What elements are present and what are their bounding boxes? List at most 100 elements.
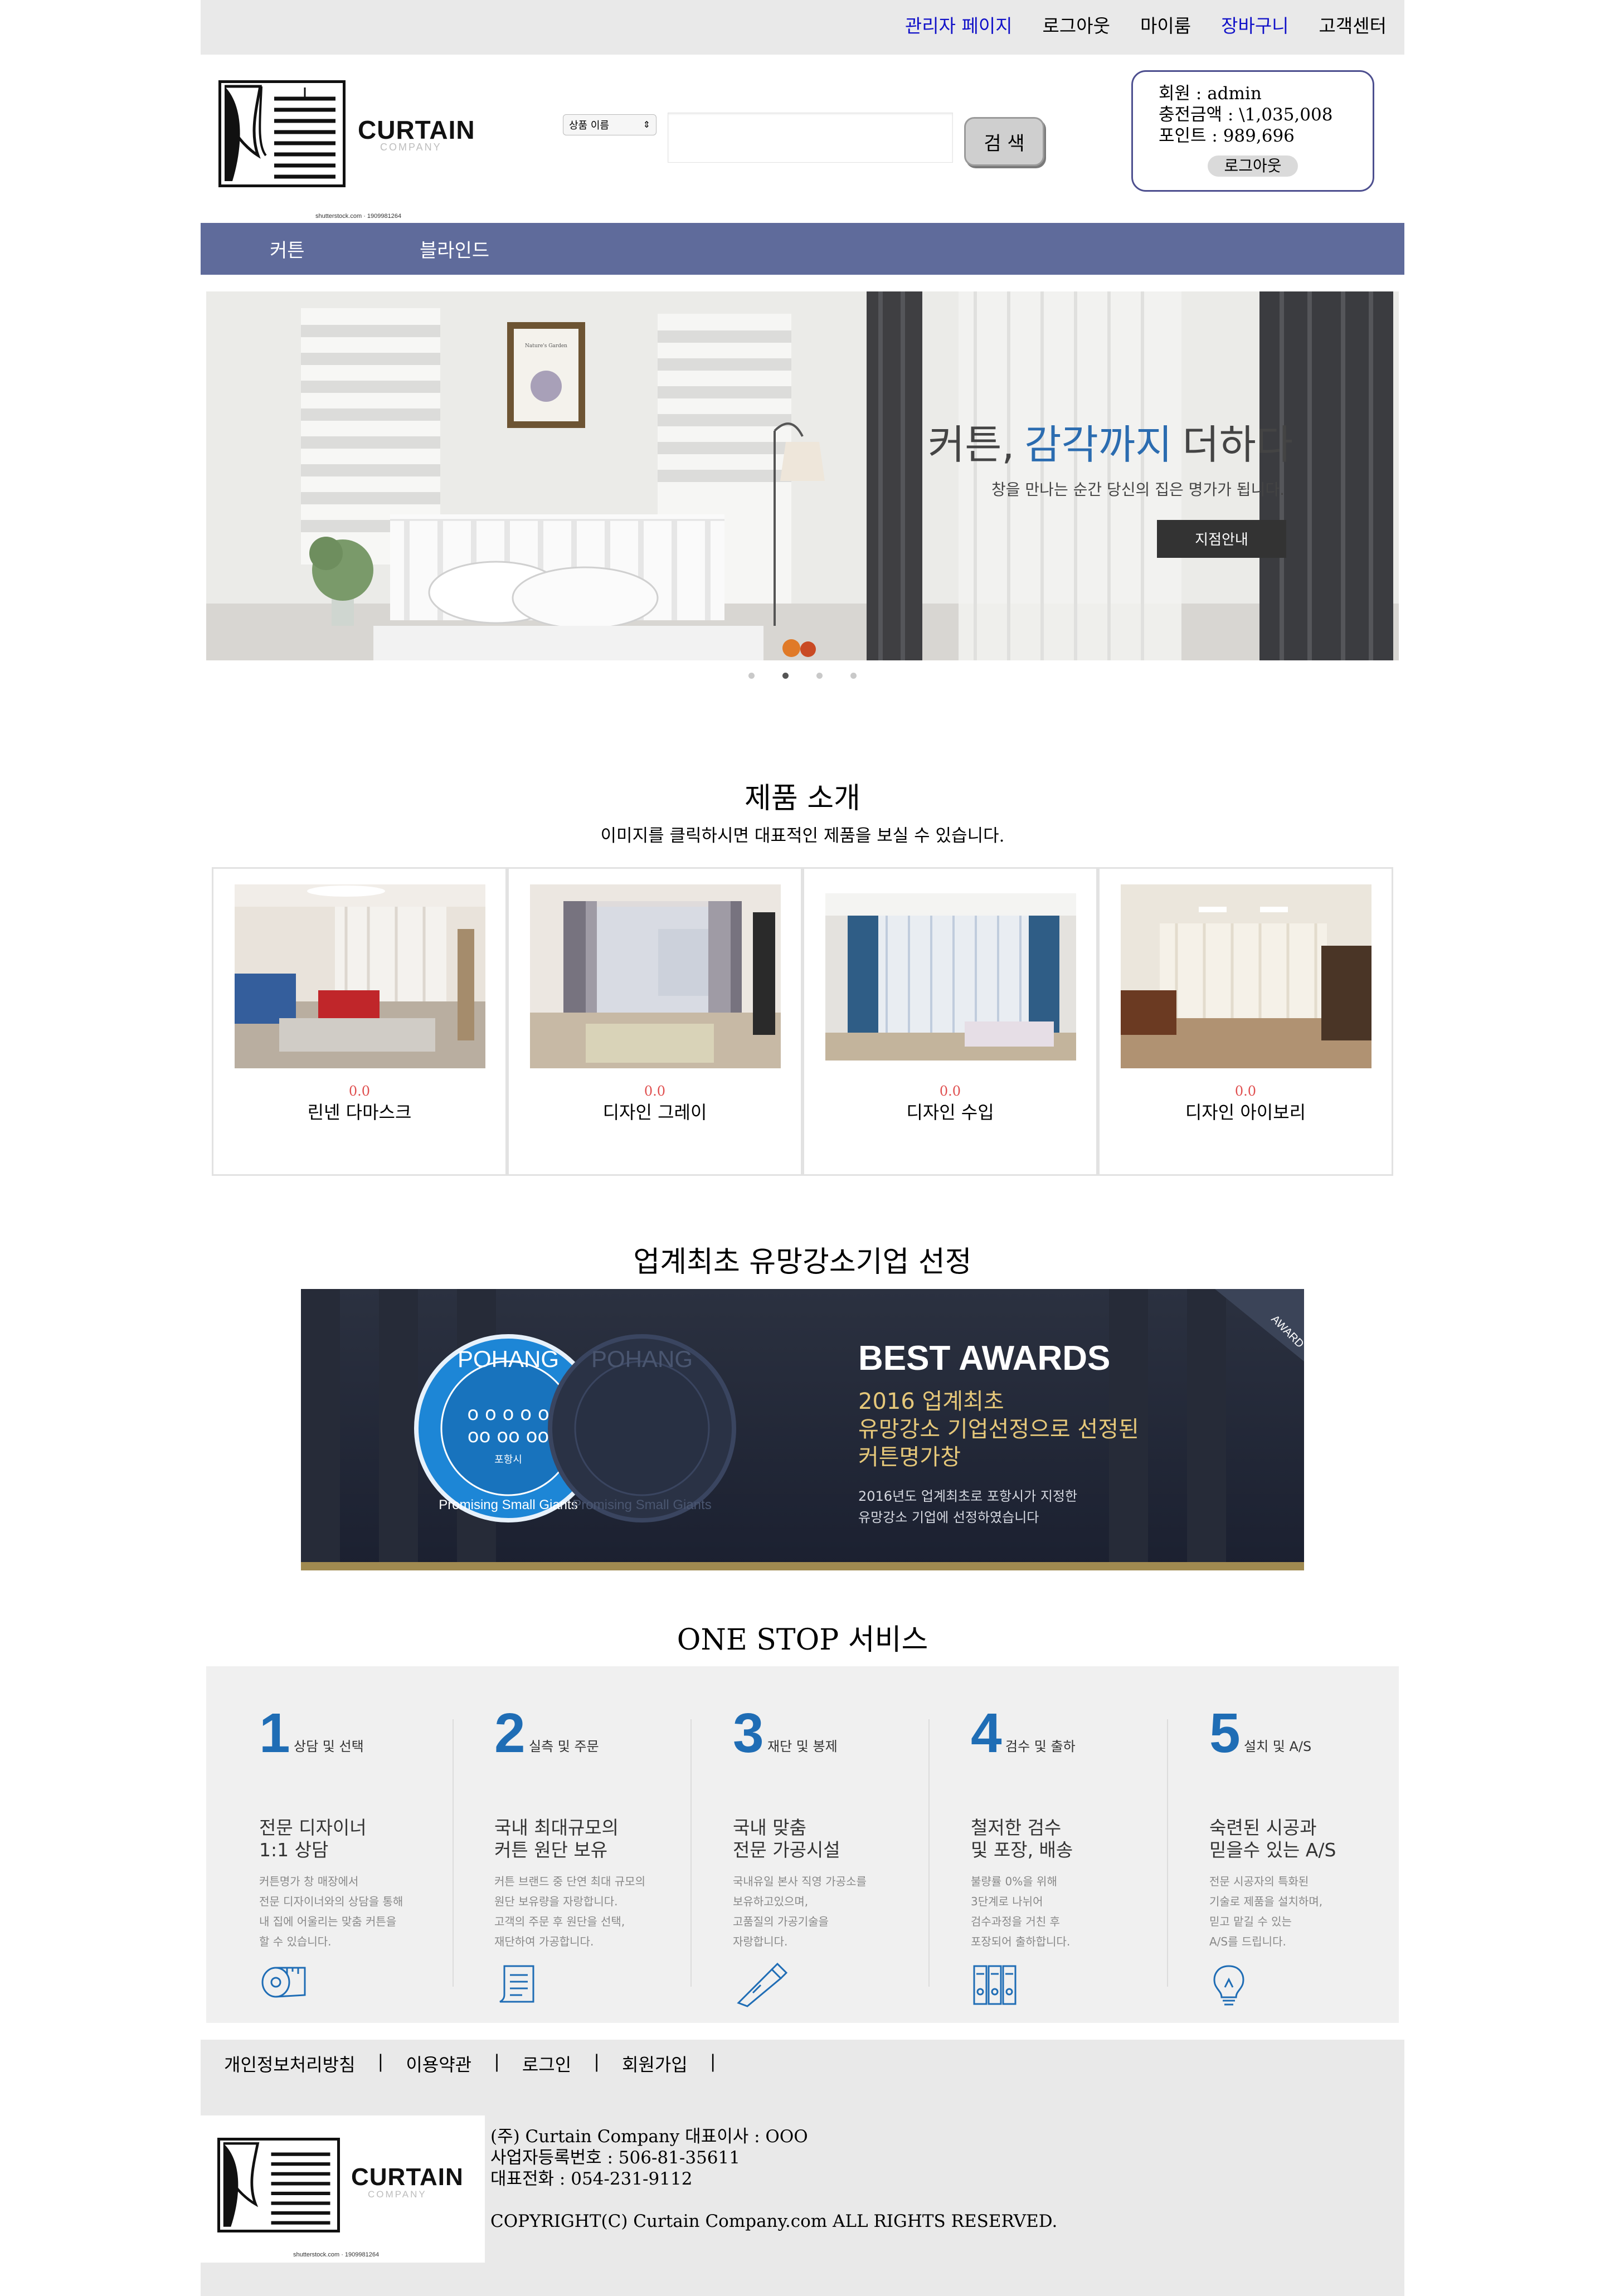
user-charge: 충전금액 : \1,035,008 — [1159, 105, 1333, 125]
svg-text:POHANG: POHANG — [458, 1346, 559, 1372]
hero-banner[interactable]: Nature's Garden 커튼, 감각까지 더하다 창을 만나는 순간 당… — [206, 291, 1399, 660]
svg-text:Promising Small Giants: Promising Small Giants — [572, 1497, 711, 1512]
product-card[interactable]: 0.0 린넨 다마스크 — [212, 867, 507, 1176]
step-desc: 전문 시공자의 특화된 기술로 제품을 설치하며, 믿고 맡길 수 있는 A/S를 드… — [1209, 1875, 1323, 1948]
login-link[interactable]: 로그인 — [522, 2051, 571, 2076]
step-heading: 국내 맞춤 전문 가공시설 — [733, 1817, 840, 1861]
product-name[interactable]: 디자인 아이보리 — [1100, 1098, 1392, 1124]
slide-dot-1[interactable] — [748, 673, 755, 679]
product-name[interactable]: 린넨 다마스크 — [213, 1098, 505, 1124]
svg-text:커튼,감각까지더하다: 커튼, 감각까지 더하다 — [928, 421, 1293, 468]
slide-dot-3[interactable] — [816, 673, 823, 679]
svg-text:유망강소 기업선정으로 선정된: 유망강소 기업선정으로 선정된 — [858, 1417, 1139, 1442]
hero-slide-dots — [0, 673, 1605, 679]
svg-text:2016 업계최초: 2016 업계최초 — [858, 1389, 1004, 1414]
product-image[interactable] — [235, 884, 485, 1068]
top-links: 관리자 페이지 로그아웃 마이룸 장바구니 고객센터 — [905, 11, 1387, 38]
award-banner: AWARD POHANG o o o o o oo oo oo 포항시 Prom… — [301, 1289, 1304, 1570]
product-price: 0.0 — [348, 1083, 371, 1099]
slide-dot-4[interactable] — [850, 673, 857, 679]
product-card[interactable]: 0.0 디자인 아이보리 — [1098, 867, 1393, 1176]
terms-link[interactable]: 이용약관 — [406, 2051, 471, 2076]
step-divider — [1167, 1719, 1168, 1987]
svg-text:BEST AWARDS: BEST AWARDS — [858, 1339, 1110, 1378]
logo-credit: shutterstock.com · 1909981264 — [315, 213, 402, 220]
nav-item-curtain[interactable]: 커튼 — [270, 235, 305, 262]
footer-links: 개인정보처리방침 | 이용약관 | 로그인 | 회원가입 | — [224, 2051, 716, 2076]
document-icon — [494, 1963, 544, 2010]
product-price: 0.0 — [644, 1083, 666, 1099]
search-category-value: 상품 이름 — [569, 120, 609, 132]
footer-separator: | — [709, 2051, 716, 2072]
step-number: 5 — [1209, 1702, 1241, 1764]
footer-separator: | — [377, 2051, 384, 2072]
svg-text:POHANG: POHANG — [591, 1346, 693, 1372]
product-image[interactable] — [1121, 884, 1371, 1068]
logout-button[interactable]: 로그아웃 — [1208, 155, 1298, 177]
business-number: 사업자등록번호 : 506-81-35611 — [490, 2148, 740, 2168]
site-footer: 개인정보처리방침 | 이용약관 | 로그인 | 회원가입 | CURTAIN C… — [201, 2040, 1404, 2296]
product-price: 0.0 — [939, 1083, 961, 1099]
user-info-box: 회원 : admin 충전금액 : \1,035,008 포인트 : 989,6… — [1131, 70, 1374, 192]
customer-center-link[interactable]: 고객센터 — [1319, 11, 1387, 38]
step-heading: 철저한 검수 및 포장, 배송 — [971, 1817, 1073, 1861]
step-desc: 커튼 브랜드 중 단연 최대 규모의 원단 보유량을 자랑합니다. 고객의 주문 후… — [494, 1875, 645, 1948]
product-image[interactable] — [530, 884, 781, 1068]
step-divider — [453, 1719, 454, 1987]
footer-separator: | — [594, 2051, 600, 2072]
best-awards-image: AWARD POHANG o o o o o oo oo oo 포항시 Prom… — [301, 1289, 1304, 1570]
tape-measure-icon — [259, 1963, 309, 2004]
slide-dot-2[interactable] — [782, 673, 789, 679]
lightbulb-icon — [1209, 1963, 1248, 2010]
binders-icon — [971, 1963, 1021, 2010]
copyright: COPYRIGHT(C) Curtain Company.com ALL RIG… — [490, 2211, 1058, 2231]
search-input[interactable] — [668, 113, 953, 163]
main-nav: 커튼 블라인드 — [201, 223, 1404, 275]
step-tag: 상담 및 선택 — [294, 1739, 364, 1754]
logout-link[interactable]: 로그아웃 — [1043, 11, 1110, 38]
product-grid: 0.0 린넨 다마스크 0.0 디자인 그레이 0.0 디자인 수입 0.0 디… — [212, 867, 1393, 1176]
step-heading: 숙련된 시공과 믿을수 있는 A/S — [1209, 1817, 1336, 1861]
myroom-link[interactable]: 마이룸 — [1140, 11, 1191, 38]
product-name[interactable]: 디자인 그레이 — [509, 1098, 801, 1124]
products-title: 제품 소개 — [745, 782, 860, 815]
step-number: 4 — [971, 1702, 1002, 1764]
chevron-updown-icon: ⇕ — [643, 119, 650, 130]
step-divider — [928, 1719, 930, 1987]
footer-logo: CURTAIN COMPANY shutterstock.com · 19099… — [201, 2115, 485, 2263]
svg-text:창을 만나는 순간 당신의 집은 명가가 됩니다.: 창을 만나는 순간 당신의 집은 명가가 됩니다. — [991, 480, 1285, 499]
onestop-panel: 1 상담 및 선택 전문 디자이너 1:1 상담 커튼명가 창 매장에서 전문 디자… — [206, 1666, 1399, 2023]
svg-text:커튼명가창: 커튼명가창 — [858, 1444, 961, 1470]
curtain-logo-icon — [217, 2138, 340, 2232]
user-member: 회원 : admin — [1159, 84, 1262, 104]
onestop-title: ONE STOP 서비스 — [677, 1623, 928, 1657]
logo-subtitle: COMPANY — [380, 142, 442, 153]
product-name[interactable]: 디자인 수입 — [804, 1098, 1096, 1124]
privacy-policy-link[interactable]: 개인정보처리방침 — [224, 2051, 356, 2076]
step-tag: 실측 및 주문 — [529, 1739, 599, 1754]
search-category-select[interactable]: 상품 이름 ⇕ — [563, 114, 656, 135]
svg-text:oo oo oo: oo oo oo — [468, 1425, 549, 1447]
top-utility-bar: 관리자 페이지 로그아웃 마이룸 장바구니 고객센터 — [201, 0, 1404, 55]
cutter-icon — [733, 1962, 789, 2010]
logo-wordmark: CURTAIN — [351, 2163, 464, 2191]
svg-text:o o o o o: o o o o o — [467, 1403, 549, 1425]
step-divider — [690, 1719, 692, 1987]
cart-link[interactable]: 장바구니 — [1221, 11, 1288, 38]
products-subtitle: 이미지를 클릭하시면 대표적인 제품을 보실 수 있습니다. — [600, 826, 1005, 846]
product-card[interactable]: 0.0 디자인 그레이 — [507, 867, 802, 1176]
search-button[interactable]: 검 색 — [964, 117, 1044, 166]
user-points: 포인트 : 989,696 — [1159, 126, 1295, 146]
product-card[interactable]: 0.0 디자인 수입 — [802, 867, 1098, 1176]
step-number: 2 — [494, 1702, 526, 1764]
signup-link[interactable]: 회원가입 — [622, 2051, 688, 2076]
company-name: (주) Curtain Company 대표이사 : OOO — [490, 2127, 808, 2147]
admin-page-link[interactable]: 관리자 페이지 — [905, 11, 1013, 38]
step-tag: 설치 및 A/S — [1244, 1739, 1312, 1754]
svg-text:2016년도 업계최초로 포항시가 지정한: 2016년도 업계최초로 포항시가 지정한 — [858, 1488, 1077, 1504]
svg-text:유망강소 기업에 선정하였습니다: 유망강소 기업에 선정하였습니다 — [858, 1510, 1039, 1525]
site-logo[interactable]: CURTAIN COMPANY shutterstock.com · 19099… — [218, 80, 497, 220]
product-image[interactable] — [825, 893, 1076, 1061]
nav-item-blind[interactable]: 블라인드 — [420, 235, 489, 262]
step-desc: 불량률 0%을 위해 3단계로 나뉘어 검수과정을 거친 후 포장되어 출하합니다. — [971, 1875, 1071, 1948]
